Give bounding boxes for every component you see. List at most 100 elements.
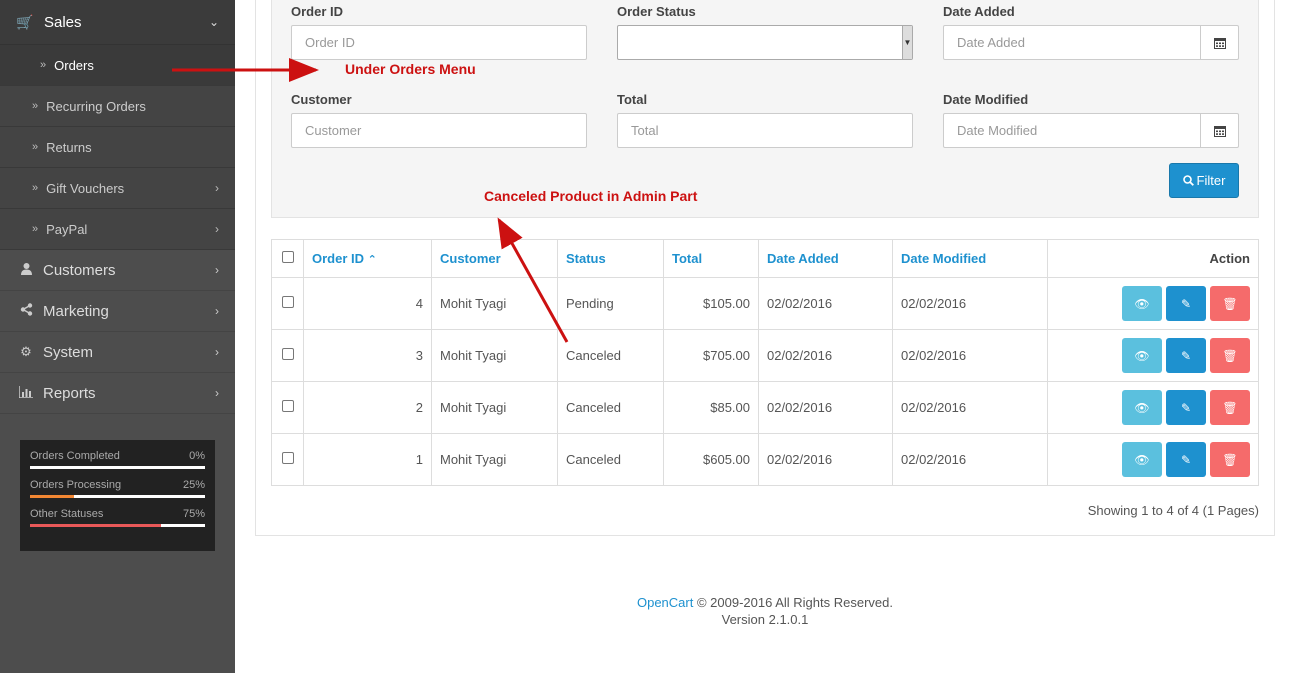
annotation-orders-menu: Under Orders Menu: [345, 61, 476, 77]
row-select-cell: [271, 329, 304, 382]
column-customer[interactable]: Customer: [431, 239, 558, 278]
cell-actions: 👁 ✎ 🗑: [1047, 433, 1259, 486]
view-button[interactable]: 👁: [1122, 338, 1162, 373]
footer-version: Version 2.1.0.1: [721, 612, 809, 627]
table-row: 3 Mohit Tyagi Canceled $705.00 02/02/201…: [271, 329, 1259, 382]
column-status[interactable]: Status: [557, 239, 664, 278]
footer-copyright: OpenCart © 2009-2016 All Rights Reserved…: [255, 594, 1275, 611]
menu-marketing-label: Marketing: [43, 302, 109, 320]
double-angle-right-icon: »: [40, 59, 47, 71]
edit-button[interactable]: ✎: [1166, 286, 1206, 321]
calendar-icon: [1213, 125, 1226, 137]
menu-system-label: System: [43, 343, 94, 361]
column-order-id[interactable]: Order ID ⌃: [303, 239, 432, 278]
edit-button[interactable]: ✎: [1166, 442, 1206, 477]
view-button[interactable]: 👁: [1122, 286, 1162, 321]
column-date-added[interactable]: Date Added: [758, 239, 893, 278]
trash-icon: 🗑: [1222, 348, 1238, 363]
search-icon: [1182, 175, 1194, 186]
total-input[interactable]: Total: [617, 113, 913, 148]
cell-actions: 👁 ✎ 🗑: [1047, 277, 1259, 330]
order-status-label: Order Status: [617, 4, 696, 19]
submenu-gift-vouchers-label: Gift Vouchers: [46, 180, 125, 196]
cell-date-added: 02/02/2016: [758, 329, 893, 382]
submenu-orders[interactable]: » Orders: [0, 45, 235, 86]
cell-date-modified: 02/02/2016: [892, 329, 1048, 382]
cell-actions: 👁 ✎ 🗑: [1047, 329, 1259, 382]
delete-button[interactable]: 🗑: [1210, 390, 1250, 425]
progress-bar: [30, 524, 205, 527]
menu-marketing[interactable]: Marketing ›: [0, 291, 235, 332]
cell-customer: Mohit Tyagi: [431, 329, 558, 382]
column-date-modified[interactable]: Date Modified: [892, 239, 1048, 278]
view-button[interactable]: 👁: [1122, 442, 1162, 477]
opencart-link[interactable]: OpenCart: [637, 595, 693, 610]
chevron-right-icon: ›: [215, 345, 219, 359]
menu-system[interactable]: ⚙ System ›: [0, 332, 235, 373]
table-row: 2 Mohit Tyagi Canceled $85.00 02/02/2016…: [271, 381, 1259, 434]
row-checkbox[interactable]: [281, 348, 294, 360]
date-modified-calendar-button[interactable]: [1200, 113, 1239, 148]
cell-total: $705.00: [663, 329, 759, 382]
dropdown-arrow-icon: ▼: [902, 26, 912, 59]
footer: OpenCart © 2009-2016 All Rights Reserved…: [255, 594, 1275, 628]
cell-order-id: 4: [303, 277, 432, 330]
delete-button[interactable]: 🗑: [1210, 338, 1250, 373]
delete-button[interactable]: 🗑: [1210, 442, 1250, 477]
cell-status: Canceled: [557, 433, 664, 486]
select-all-checkbox[interactable]: [281, 251, 294, 263]
submenu-recurring-orders[interactable]: » Recurring Orders: [0, 86, 235, 127]
date-added-input[interactable]: Date Added: [943, 25, 1201, 60]
edit-button[interactable]: ✎: [1166, 338, 1206, 373]
row-checkbox[interactable]: [281, 400, 294, 412]
edit-button[interactable]: ✎: [1166, 390, 1206, 425]
chevron-right-icon: ›: [215, 304, 219, 318]
pagination-info: Showing 1 to 4 of 4 (1 Pages): [1087, 503, 1259, 518]
order-id-input[interactable]: Order ID: [291, 25, 587, 60]
pencil-icon: ✎: [1180, 296, 1192, 311]
menu-reports[interactable]: Reports ›: [0, 373, 235, 414]
trash-icon: 🗑: [1222, 452, 1238, 467]
table-row: 1 Mohit Tyagi Canceled $605.00 02/02/201…: [271, 433, 1259, 486]
orders-table: Order ID ⌃ Customer Status Total Date Ad…: [271, 239, 1259, 486]
trash-icon: 🗑: [1222, 296, 1238, 311]
column-total[interactable]: Total: [663, 239, 759, 278]
menu-sales[interactable]: 🛒 Sales ⌄: [0, 0, 235, 45]
stat-value: 75%: [182, 508, 205, 520]
sort-asc-icon: ⌃: [367, 254, 377, 266]
delete-button[interactable]: 🗑: [1210, 286, 1250, 321]
row-checkbox[interactable]: [281, 452, 294, 464]
submenu-orders-label: Orders: [54, 57, 94, 73]
submenu-paypal[interactable]: » PayPal ›: [0, 209, 235, 250]
cell-order-id: 3: [303, 329, 432, 382]
pencil-icon: ✎: [1180, 348, 1192, 363]
customer-input[interactable]: Customer: [291, 113, 587, 148]
menu-customers[interactable]: Customers ›: [0, 250, 235, 291]
bar-chart-icon: [16, 385, 36, 401]
stat-value: 0%: [189, 450, 205, 462]
stat-label: Orders Processing: [30, 479, 122, 491]
row-checkbox[interactable]: [281, 296, 294, 308]
sidebar: 🛒 Sales ⌄ » Orders » Recurring Orders » …: [0, 0, 235, 673]
order-status-select[interactable]: ▼: [617, 25, 913, 60]
date-added-label: Date Added: [943, 4, 1015, 19]
date-added-calendar-button[interactable]: [1200, 25, 1239, 60]
cog-icon: ⚙: [20, 344, 32, 359]
row-select-cell: [271, 277, 304, 330]
cell-order-id: 1: [303, 433, 432, 486]
chevron-right-icon: ›: [215, 263, 219, 277]
cell-total: $105.00: [663, 277, 759, 330]
cell-status: Pending: [557, 277, 664, 330]
cell-customer: Mohit Tyagi: [431, 277, 558, 330]
annotation-canceled: Canceled Product in Admin Part: [484, 188, 698, 204]
submenu-gift-vouchers[interactable]: » Gift Vouchers ›: [0, 168, 235, 209]
submenu-recurring-orders-label: Recurring Orders: [46, 98, 146, 114]
view-button[interactable]: 👁: [1122, 390, 1162, 425]
date-modified-input[interactable]: Date Modified: [943, 113, 1201, 148]
filter-button-label: Filter: [1196, 173, 1226, 188]
filter-button[interactable]: Filter: [1169, 163, 1239, 198]
submenu-returns[interactable]: » Returns: [0, 127, 235, 168]
table-row: 4 Mohit Tyagi Pending $105.00 02/02/2016…: [271, 277, 1259, 330]
progress-fill: [30, 495, 74, 498]
calendar-icon: [1213, 37, 1226, 49]
